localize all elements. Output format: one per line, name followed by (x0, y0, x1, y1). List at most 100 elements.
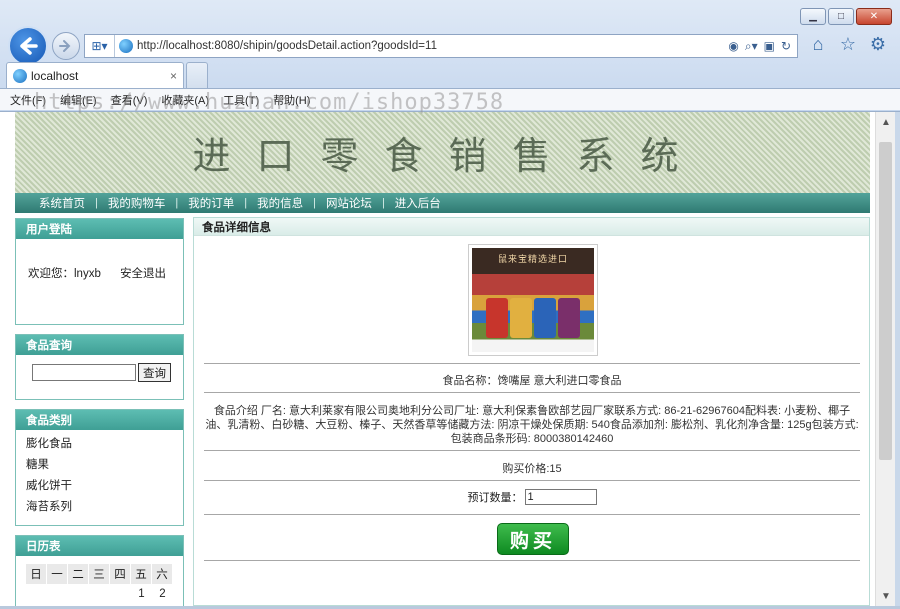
tab-close-icon[interactable]: × (170, 69, 177, 83)
nav-separator: | (381, 197, 385, 209)
quantity-label: 预订数量： (467, 492, 523, 504)
nav-separator: | (95, 197, 98, 209)
logout-link[interactable]: 安全退出 (120, 268, 166, 280)
nav-separator: | (313, 197, 316, 209)
category-item[interactable]: 威化饼干 (16, 476, 183, 497)
search-icon[interactable]: ⌕▾ (745, 39, 758, 54)
product-image-caption: 鼠来宝精选进口 (497, 254, 568, 264)
divider (204, 363, 860, 364)
site-banner: 进口零食销售系统 (15, 112, 870, 193)
weekday-cell: 四 (110, 564, 131, 584)
web-page: 进口零食销售系统 系统首页 | 我的购物车 | 我的订单 | 我的信息 | 网站… (0, 112, 875, 606)
back-arrow-icon (20, 37, 38, 55)
buy-button[interactable]: 购买 (497, 523, 569, 555)
browser-chrome: ▁ □ ✕ ⊞▾ http://localhost:8080/shipin/go… (0, 0, 900, 112)
quantity-row: 预订数量： 1 (204, 489, 860, 505)
weekday-cell: 二 (68, 564, 89, 584)
menu-tools[interactable]: 工具(T) (223, 92, 259, 108)
weekday-cell: 一 (47, 564, 68, 584)
menu-view[interactable]: 查看(V) (111, 92, 148, 108)
product-detail-panel: 食品详细信息 鼠来宝精选进口 食品名称：馋嘴屋 意大利进口零食品 食品介绍 厂名… (193, 217, 870, 606)
search-button[interactable]: 查询 (138, 363, 171, 382)
category-header: 食品类别 (16, 410, 183, 430)
divider (204, 480, 860, 481)
forward-button[interactable] (52, 32, 80, 60)
tab-favicon-icon (13, 68, 27, 83)
nav-my-info[interactable]: 我的信息 (257, 195, 303, 211)
calendar-box: 日历表 日 一 二 三 四 五 六 1 2 (15, 535, 184, 606)
weekday-cell: 六 (152, 564, 173, 584)
product-name: 食品名称：馋嘴屋 意大利进口零食品 (442, 375, 622, 387)
nav-separator: | (175, 197, 179, 209)
settings-gear-icon[interactable]: ⚙ (868, 34, 888, 54)
calendar-day[interactable] (68, 584, 89, 604)
menu-bar: 文件(F) 编辑(E) 查看(V) 收藏夹(A) 工具(T) 帮助(H) (0, 88, 900, 110)
nav-home[interactable]: 系统首页 (39, 195, 85, 211)
product-price: 购买价格:15 (502, 463, 562, 475)
menu-edit[interactable]: 编辑(E) (60, 92, 97, 108)
nav-forum[interactable]: 网站论坛 (326, 195, 372, 211)
welcome-text: 欢迎您：lnyxb (28, 268, 101, 280)
divider (204, 560, 860, 561)
detail-header: 食品详细信息 (194, 218, 869, 236)
weekday-cell: 五 (131, 564, 152, 584)
calendar-day[interactable] (89, 584, 110, 604)
product-intro: 食品介绍 厂名: 意大利莱家有限公司奥地利分公司厂址: 意大利保素鲁欧部艺园厂家… (205, 405, 859, 445)
calendar-weekdays: 日 一 二 三 四 五 六 (26, 564, 183, 584)
close-window-button[interactable]: ✕ (856, 8, 892, 25)
search-header: 食品查询 (16, 335, 183, 355)
rss-icon[interactable]: ▣ (764, 39, 775, 53)
scroll-up-icon[interactable]: ▲ (876, 112, 896, 132)
vertical-scrollbar[interactable]: ▲ ▼ (875, 112, 895, 606)
menu-favorites[interactable]: 收藏夹(A) (161, 92, 209, 108)
nav-separator: | (244, 197, 248, 209)
nav-cart[interactable]: 我的购物车 (108, 195, 166, 211)
browser-tab[interactable]: localhost × (6, 62, 184, 88)
site-title: 进口零食销售系统 (192, 134, 705, 178)
login-box: 用户登陆 欢迎您：lnyxb 安全退出 (15, 218, 184, 325)
minimize-button[interactable]: ▁ (800, 8, 826, 25)
calendar-week-row: 1 2 (26, 584, 183, 604)
search-box: 食品查询 查询 (15, 334, 184, 400)
calendar-day[interactable] (47, 584, 68, 604)
category-item[interactable]: 膨化食品 (16, 434, 183, 455)
new-tab-button[interactable] (186, 62, 208, 88)
quantity-input[interactable]: 1 (524, 489, 597, 505)
calendar-day[interactable] (110, 584, 131, 604)
nav-admin[interactable]: 进入后台 (395, 195, 441, 211)
calendar-day[interactable]: 1 (131, 584, 152, 604)
calendar-day[interactable]: 2 (152, 584, 173, 604)
calendar-day[interactable] (26, 584, 47, 604)
category-item[interactable]: 海苔系列 (16, 497, 183, 518)
main-nav: 系统首页 | 我的购物车 | 我的订单 | 我的信息 | 网站论坛 | 进入后台 (15, 193, 870, 213)
divider (204, 392, 860, 393)
back-button[interactable] (8, 26, 48, 66)
scroll-thumb[interactable] (879, 142, 892, 460)
refresh-icon[interactable]: ↻ (781, 39, 791, 53)
maximize-button[interactable]: □ (828, 8, 854, 25)
favorites-star-icon[interactable]: ☆ (838, 34, 858, 54)
calendar-header: 日历表 (16, 536, 183, 556)
forward-arrow-icon (59, 40, 71, 52)
category-box: 食品类别 膨化食品 糖果 威化饼干 海苔系列 (15, 409, 184, 526)
home-icon[interactable]: ⌂ (808, 34, 828, 54)
menu-help[interactable]: 帮助(H) (273, 92, 310, 108)
category-item[interactable]: 糖果 (16, 455, 183, 476)
search-input[interactable] (32, 364, 136, 381)
addon-icon[interactable]: ◉ (728, 39, 738, 53)
window-controls: ▁ □ ✕ (800, 8, 892, 25)
nav-orders[interactable]: 我的订单 (188, 195, 234, 211)
weekday-cell: 日 (26, 564, 47, 584)
divider (204, 450, 860, 451)
divider (204, 514, 860, 515)
address-bar[interactable]: ⊞▾ http://localhost:8080/shipin/goodsDet… (84, 34, 798, 58)
tab-label: localhost (31, 68, 79, 83)
page-favicon-icon (119, 39, 133, 53)
url-text[interactable]: http://localhost:8080/shipin/goodsDetail… (137, 40, 728, 52)
menu-file[interactable]: 文件(F) (10, 92, 46, 108)
product-image[interactable]: 鼠来宝精选进口 (468, 244, 598, 356)
weekday-cell: 三 (89, 564, 110, 584)
scroll-down-icon[interactable]: ▼ (876, 586, 896, 606)
compat-icon[interactable]: ⊞▾ (85, 35, 115, 57)
login-header: 用户登陆 (16, 219, 183, 239)
